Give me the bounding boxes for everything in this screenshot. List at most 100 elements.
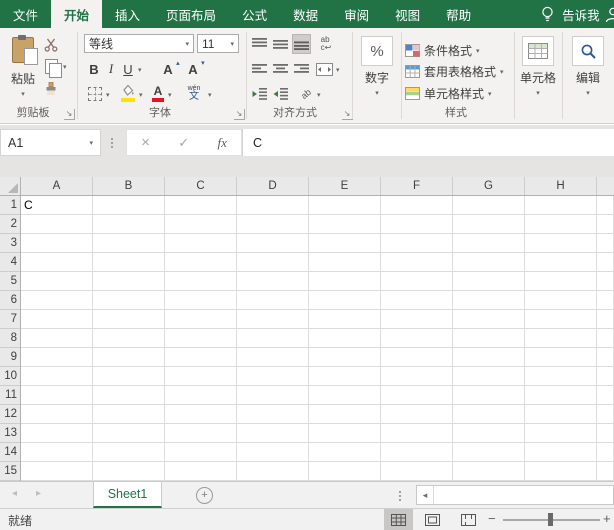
row-header-11[interactable]: 11 (0, 386, 20, 405)
column-header-B[interactable]: B (93, 177, 165, 195)
borders-dropdown-icon[interactable]: ▾ (106, 91, 110, 99)
font-dialog-launcher-icon[interactable]: ↘ (234, 109, 245, 120)
cell-partial-row15[interactable] (597, 462, 614, 481)
row-header-14[interactable]: 14 (0, 443, 20, 462)
cell-G5[interactable] (453, 272, 525, 291)
insert-function-icon[interactable]: fx (217, 135, 226, 151)
cell-partial-row6[interactable] (597, 291, 614, 310)
font-size-combo[interactable]: 11 ▾ (197, 34, 239, 53)
borders-button[interactable] (86, 84, 104, 104)
align-right-button[interactable] (292, 59, 311, 79)
paste-dropdown-icon[interactable]: ▾ (21, 90, 25, 98)
cell-A1[interactable]: C (21, 196, 93, 215)
font-color-button[interactable]: A (150, 82, 166, 104)
copy-button[interactable] (40, 57, 62, 75)
row-header-2[interactable]: 2 (0, 215, 20, 234)
cut-button[interactable] (40, 36, 62, 54)
cell-G2[interactable] (453, 215, 525, 234)
cell-B5[interactable] (93, 272, 165, 291)
font-color-dropdown-icon[interactable]: ▾ (168, 91, 172, 99)
cell-H3[interactable] (525, 234, 597, 253)
cell-D7[interactable] (237, 310, 309, 329)
cell-B8[interactable] (93, 329, 165, 348)
cell-F14[interactable] (381, 443, 453, 462)
cell-partial-row2[interactable] (597, 215, 614, 234)
tab-help[interactable]: 帮助 (433, 0, 484, 28)
cell-G8[interactable] (453, 329, 525, 348)
cell-A13[interactable] (21, 424, 93, 443)
row-header-6[interactable]: 6 (0, 291, 20, 310)
decrease-font-button[interactable]: A▾ (183, 59, 203, 79)
cell-B13[interactable] (93, 424, 165, 443)
cell-partial-row4[interactable] (597, 253, 614, 272)
cell-B15[interactable] (93, 462, 165, 481)
tab-scrollbar-splitter[interactable] (399, 489, 401, 503)
cell-H4[interactable] (525, 253, 597, 272)
cells-group-button[interactable]: 单元格 ▾ (518, 36, 558, 97)
cell-E15[interactable] (309, 462, 381, 481)
cell-A11[interactable] (21, 386, 93, 405)
cell-A8[interactable] (21, 329, 93, 348)
cell-A10[interactable] (21, 367, 93, 386)
share-person-icon[interactable] (604, 6, 614, 24)
zoom-out-button[interactable]: − (488, 511, 496, 526)
cell-D3[interactable] (237, 234, 309, 253)
cell-G3[interactable] (453, 234, 525, 253)
view-page-break-button[interactable] (454, 509, 483, 530)
sheet-next-icon[interactable]: ▸ (36, 488, 41, 499)
row-header-7[interactable]: 7 (0, 310, 20, 329)
cell-E6[interactable] (309, 291, 381, 310)
cell-B4[interactable] (93, 253, 165, 272)
cell-B3[interactable] (93, 234, 165, 253)
cell-A3[interactable] (21, 234, 93, 253)
row-header-10[interactable]: 10 (0, 367, 20, 386)
fill-color-button[interactable] (118, 82, 138, 104)
cell-A6[interactable] (21, 291, 93, 310)
cell-A7[interactable] (21, 310, 93, 329)
cell-F15[interactable] (381, 462, 453, 481)
cell-G4[interactable] (453, 253, 525, 272)
cell-E3[interactable] (309, 234, 381, 253)
cells-dropdown-icon[interactable]: ▾ (536, 89, 540, 97)
cell-B6[interactable] (93, 291, 165, 310)
cell-H6[interactable] (525, 291, 597, 310)
cell-F12[interactable] (381, 405, 453, 424)
cell-C1[interactable] (165, 196, 237, 215)
cell-B14[interactable] (93, 443, 165, 462)
cell-G14[interactable] (453, 443, 525, 462)
column-header-H[interactable]: H (525, 177, 597, 195)
tab-file[interactable]: 文件 (0, 0, 51, 28)
cancel-icon[interactable]: × (141, 134, 150, 151)
cell-E4[interactable] (309, 253, 381, 272)
cell-F8[interactable] (381, 329, 453, 348)
cell-F5[interactable] (381, 272, 453, 291)
number-group-button[interactable]: % 数字 ▾ (357, 36, 397, 97)
cell-D9[interactable] (237, 348, 309, 367)
cell-B10[interactable] (93, 367, 165, 386)
row-header-5[interactable]: 5 (0, 272, 20, 291)
row-header-4[interactable]: 4 (0, 253, 20, 272)
cell-F13[interactable] (381, 424, 453, 443)
merge-center-button[interactable] (314, 59, 334, 79)
row-header-12[interactable]: 12 (0, 405, 20, 424)
column-header-E[interactable]: E (309, 177, 381, 195)
decrease-indent-button[interactable] (250, 84, 269, 104)
tab-page-layout[interactable]: 页面布局 (153, 0, 229, 28)
cell-D10[interactable] (237, 367, 309, 386)
editing-dropdown-icon[interactable]: ▾ (586, 89, 590, 97)
zoom-slider-thumb[interactable] (548, 513, 553, 526)
formula-input[interactable]: C (242, 129, 614, 156)
cell-partial-row8[interactable] (597, 329, 614, 348)
cell-D12[interactable] (237, 405, 309, 424)
cell-H12[interactable] (525, 405, 597, 424)
cell-D4[interactable] (237, 253, 309, 272)
increase-indent-button[interactable] (271, 84, 290, 104)
cell-H9[interactable] (525, 348, 597, 367)
cell-H7[interactable] (525, 310, 597, 329)
cell-D15[interactable] (237, 462, 309, 481)
cell-partial-row12[interactable] (597, 405, 614, 424)
cell-C13[interactable] (165, 424, 237, 443)
tab-home[interactable]: 开始 (51, 0, 102, 28)
cell-H11[interactable] (525, 386, 597, 405)
cell-B7[interactable] (93, 310, 165, 329)
